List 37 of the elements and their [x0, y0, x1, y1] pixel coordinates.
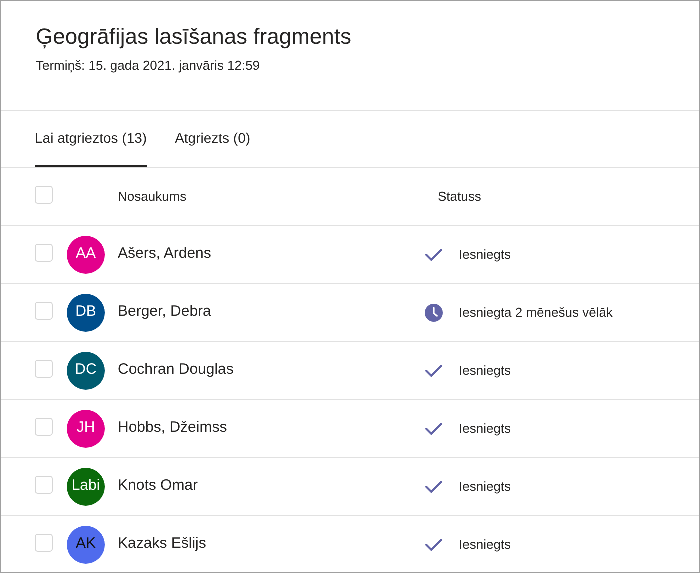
status-text: Iesniegts [459, 246, 512, 264]
status-text: Iesniegts [459, 420, 512, 438]
checkbox[interactable] [35, 244, 53, 262]
student-name: Cochran Douglas [117, 360, 235, 380]
due-date: Termiņš: 15. gada 2021. janvāris 12:59 [36, 57, 262, 75]
column-header: Statuss [438, 188, 482, 206]
checkbox[interactable] [35, 186, 53, 204]
student-name: Knots Omar [117, 476, 200, 496]
avatar: AK [67, 526, 105, 564]
checkmark-icon [425, 422, 443, 436]
checkbox[interactable] [35, 360, 53, 378]
tab[interactable]: Atgriezts (0) [175, 111, 251, 167]
clock-icon [425, 304, 443, 322]
checkmark-icon [425, 248, 443, 262]
checkbox[interactable] [35, 476, 53, 494]
avatar: JH [67, 410, 105, 448]
avatar: AA [67, 236, 105, 274]
page-title: Ģeogrāfijas lasīšanas fragments [36, 23, 352, 51]
student-name: Kazaks Ešlijs [117, 534, 208, 554]
status-text: Iesniegts [459, 536, 512, 554]
avatar: Labi [67, 468, 105, 506]
checkmark-icon [425, 538, 443, 552]
status-text: Iesniegts [459, 478, 512, 496]
checkbox[interactable] [35, 302, 53, 320]
column-header: Nosaukums [118, 188, 188, 206]
student-name: Hobbs, Džeimss [117, 418, 228, 438]
avatar: DC [67, 352, 105, 390]
status-text: Iesniegta 2 mēnešus vēlāk [459, 304, 613, 322]
student-name: Berger, Debra [117, 302, 212, 322]
checkmark-icon [425, 480, 443, 494]
checkbox[interactable] [35, 534, 53, 552]
tab[interactable]: Lai atgrieztos (13) [35, 111, 148, 167]
checkmark-icon [425, 364, 443, 378]
status-text: Iesniegts [459, 362, 512, 380]
student-name: Ašers, Ardens [117, 244, 212, 264]
checkbox[interactable] [35, 418, 53, 436]
avatar: DB [67, 294, 105, 332]
